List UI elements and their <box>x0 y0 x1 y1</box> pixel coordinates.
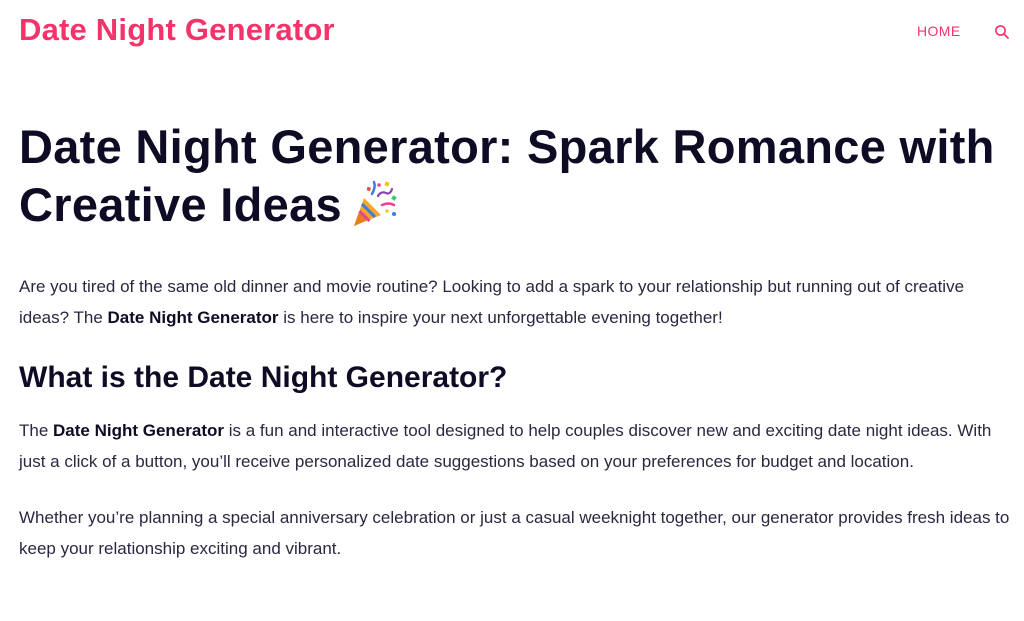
what-paragraph: The Date Night Generator is a fun and in… <box>19 416 1015 477</box>
section-heading: What is the Date Night Generator? <box>19 361 508 394</box>
site-header: Date Night Generator HOME <box>0 0 1024 64</box>
site-title-link[interactable]: Date Night Generator <box>19 12 335 48</box>
nav-home-link[interactable]: HOME <box>917 23 961 39</box>
search-icon[interactable] <box>994 24 1010 40</box>
page-title-text: Date Night Generator: Spark Romance with… <box>19 120 995 231</box>
what-text-before: The <box>19 421 54 440</box>
page-title: Date Night Generator: Spark Romance with… <box>19 118 1015 234</box>
intro-bold-text: Date Night Generator <box>107 307 279 327</box>
intro-text-after: is here to inspire your next unforgettab… <box>278 307 723 327</box>
whether-paragraph: Whether you’re planning a special annive… <box>19 508 1010 558</box>
article: Date Night Generator: Spark Romance with… <box>19 118 1015 564</box>
intro-paragraph: Are you tired of the same old dinner and… <box>19 272 1015 333</box>
what-bold-text: Date Night Generator <box>53 421 225 440</box>
party-popper-icon <box>348 178 400 230</box>
